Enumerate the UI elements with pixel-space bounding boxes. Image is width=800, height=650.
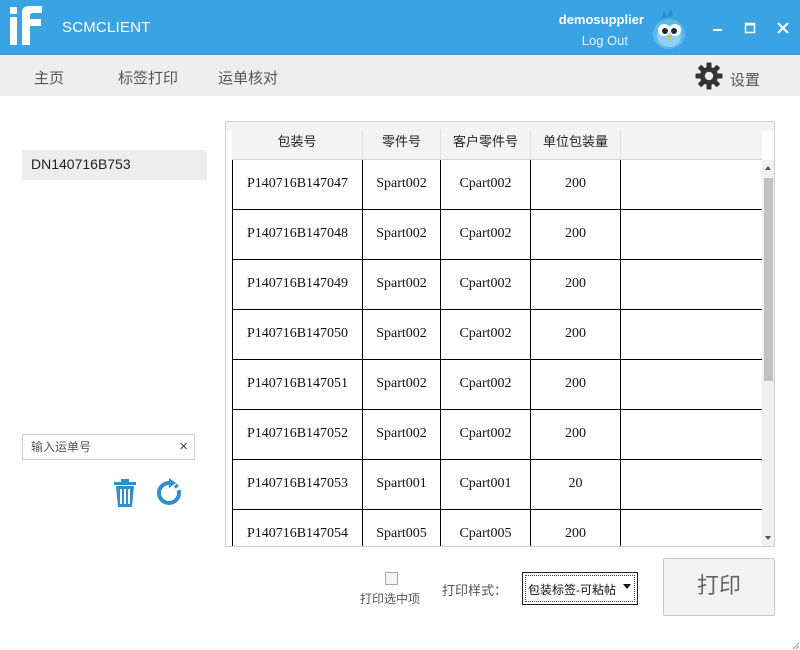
cell-customer-part-no: Cpart002 xyxy=(441,310,531,360)
table-header: 包装号 零件号 客户零件号 单位包装量 xyxy=(232,129,762,160)
waybill-search-box: × xyxy=(22,434,195,460)
print-style-value: 包装标签-可粘帖 xyxy=(528,583,616,597)
menu-bar: 主页 标签打印 运单核对 设置 xyxy=(0,55,800,96)
username: demosupplier xyxy=(558,12,644,27)
app-logo xyxy=(10,6,42,45)
cell-empty xyxy=(621,160,762,210)
cell-unit-pack-qty: 200 xyxy=(531,510,621,546)
print-selected-label: 打印选中项 xyxy=(360,592,421,606)
menu-item-home[interactable]: 主页 xyxy=(34,67,64,88)
cell-part-no: Spart002 xyxy=(363,160,441,210)
column-header-package-no[interactable]: 包装号 xyxy=(232,129,363,160)
menu-item-waybill-verify[interactable]: 运单核对 xyxy=(218,67,278,88)
title-bar: SCMCLIENT demosupplier Log Out xyxy=(0,0,800,55)
cell-part-no: Spart002 xyxy=(363,410,441,460)
cell-package-no: P140716B147052 xyxy=(232,410,363,460)
scrollbar-thumb[interactable] xyxy=(764,178,773,381)
waybill-list-item[interactable]: DN140716B753 xyxy=(22,150,207,180)
cell-package-no: P140716B147048 xyxy=(232,210,363,260)
cell-empty xyxy=(621,410,762,460)
column-header-part-no[interactable]: 零件号 xyxy=(363,129,441,160)
cell-empty xyxy=(621,260,762,310)
cell-customer-part-no: Cpart005 xyxy=(441,510,531,546)
waybill-input[interactable] xyxy=(23,435,173,459)
table-scrollbar[interactable] xyxy=(762,160,774,546)
cell-customer-part-no: Cpart001 xyxy=(441,460,531,510)
print-button[interactable]: 打印 xyxy=(663,558,775,616)
clear-icon[interactable]: × xyxy=(179,438,188,456)
cell-customer-part-no: Cpart002 xyxy=(441,410,531,460)
cell-customer-part-no: Cpart002 xyxy=(441,210,531,260)
print-selected-checkbox[interactable] xyxy=(385,572,398,585)
cell-part-no: Spart001 xyxy=(363,460,441,510)
cell-unit-pack-qty: 200 xyxy=(531,310,621,360)
minimize-icon[interactable] xyxy=(710,20,726,36)
refresh-icon[interactable] xyxy=(154,478,184,508)
print-style-select[interactable]: 包装标签-可粘帖 xyxy=(522,572,638,605)
cell-customer-part-no: Cpart002 xyxy=(441,360,531,410)
close-icon[interactable] xyxy=(775,20,791,36)
cell-package-no: P140716B147050 xyxy=(232,310,363,360)
settings-label: 设置 xyxy=(730,72,761,89)
cell-part-no: Spart002 xyxy=(363,210,441,260)
table-row[interactable]: P140716B147052 Spart002 Cpart002 200 xyxy=(232,410,762,460)
scroll-down-icon[interactable] xyxy=(762,530,774,546)
user-info: demosupplier Log Out xyxy=(552,12,644,50)
cell-package-no: P140716B147054 xyxy=(232,510,363,546)
logout-link[interactable]: Log Out xyxy=(582,33,628,48)
table-row[interactable]: P140716B147047 Spart002 Cpart002 200 xyxy=(232,160,762,210)
trash-icon[interactable] xyxy=(112,478,138,508)
cell-unit-pack-qty: 200 xyxy=(531,410,621,460)
cell-empty xyxy=(621,510,762,546)
cell-part-no: Spart002 xyxy=(363,360,441,410)
print-style-label: 打印样式： xyxy=(442,583,508,598)
column-header-customer-part-no[interactable]: 客户零件号 xyxy=(441,129,531,160)
cell-unit-pack-qty: 200 xyxy=(531,360,621,410)
cell-part-no: Spart002 xyxy=(363,310,441,360)
scroll-up-icon[interactable] xyxy=(762,160,774,176)
table-row[interactable]: P140716B147048 Spart002 Cpart002 200 xyxy=(232,210,762,260)
bird-avatar-icon[interactable] xyxy=(646,6,692,52)
cell-unit-pack-qty: 200 xyxy=(531,260,621,310)
print-selected-option: 打印选中项 xyxy=(360,570,424,606)
table-row[interactable]: P140716B147050 Spart002 Cpart002 200 xyxy=(232,310,762,360)
app-name: SCMCLIENT xyxy=(62,19,151,36)
resize-grip-icon[interactable] xyxy=(790,640,800,650)
package-table: 包装号 零件号 客户零件号 单位包装量 P140716B147047 Spart… xyxy=(225,121,775,547)
menu-item-label-print[interactable]: 标签打印 xyxy=(118,67,178,88)
cell-part-no: Spart005 xyxy=(363,510,441,546)
table-row[interactable]: P140716B147054 Spart005 Cpart005 200 xyxy=(232,510,762,546)
cell-unit-pack-qty: 200 xyxy=(531,160,621,210)
cell-package-no: P140716B147049 xyxy=(232,260,363,310)
cell-part-no: Spart002 xyxy=(363,260,441,310)
cell-unit-pack-qty: 20 xyxy=(531,460,621,510)
app-window: SCMCLIENT demosupplier Log Out 主页 标签打印 运… xyxy=(0,0,800,650)
maximize-icon[interactable] xyxy=(742,20,758,36)
cell-empty xyxy=(621,310,762,360)
cell-customer-part-no: Cpart002 xyxy=(441,260,531,310)
table-row[interactable]: P140716B147051 Spart002 Cpart002 200 xyxy=(232,360,762,410)
cell-empty xyxy=(621,210,762,260)
gear-icon xyxy=(695,62,723,90)
cell-package-no: P140716B147047 xyxy=(232,160,363,210)
cell-package-no: P140716B147051 xyxy=(232,360,363,410)
cell-empty xyxy=(621,460,762,510)
table-row[interactable]: P140716B147049 Spart002 Cpart002 200 xyxy=(232,260,762,310)
cell-empty xyxy=(621,360,762,410)
table-row[interactable]: P140716B147053 Spart001 Cpart001 20 xyxy=(232,460,762,510)
chevron-down-icon xyxy=(623,584,631,589)
cell-unit-pack-qty: 200 xyxy=(531,210,621,260)
cell-package-no: P140716B147053 xyxy=(232,460,363,510)
column-header-unit-pack-qty[interactable]: 单位包装量 xyxy=(531,129,621,160)
cell-customer-part-no: Cpart002 xyxy=(441,160,531,210)
